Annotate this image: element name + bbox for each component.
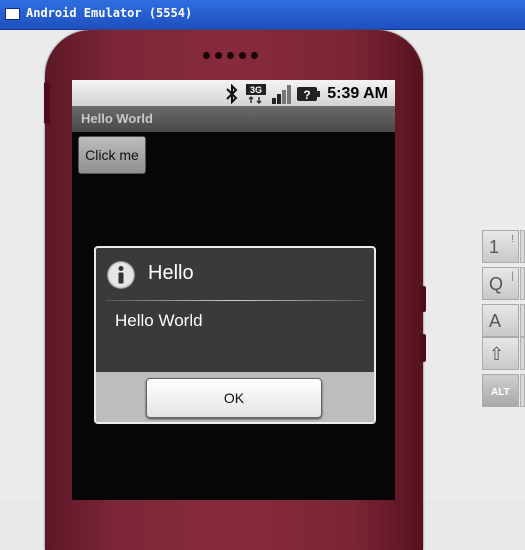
key-1[interactable]: 1 ! xyxy=(482,230,519,263)
alert-dialog: Hello Hello World OK xyxy=(94,246,376,424)
shift-icon: ⇧ xyxy=(489,344,505,364)
dialog-button-bar: OK xyxy=(96,372,374,422)
bluetooth-icon xyxy=(226,84,238,104)
key-a[interactable]: A xyxy=(482,304,519,337)
status-time: 5:39 AM xyxy=(327,85,388,102)
click-me-button[interactable]: Click me xyxy=(78,136,146,174)
signal-strength-icon xyxy=(272,85,291,104)
key-alt[interactable]: ALT xyxy=(482,374,519,407)
window-titlebar[interactable]: Android Emulator (5554) xyxy=(0,0,525,30)
app-title: Hello World xyxy=(81,111,153,126)
key-label: A xyxy=(489,311,502,331)
side-button-left[interactable] xyxy=(44,82,50,124)
dialog-message: Hello World xyxy=(115,311,203,330)
dialog-divider xyxy=(106,300,364,301)
window-title: Android Emulator (5554) xyxy=(26,6,193,20)
key-edge xyxy=(520,374,525,407)
network-type-label: 3G xyxy=(250,85,262,95)
ok-button[interactable]: OK xyxy=(146,378,322,418)
key-alt-label: ! xyxy=(511,234,514,245)
battery-unknown-icon: ? xyxy=(297,87,320,102)
phone-screen[interactable]: 3G ? 5:39 AM Hello World Click me Hello … xyxy=(72,80,395,500)
key-label: Q xyxy=(489,274,504,294)
dialog-title: Hello xyxy=(148,262,194,284)
key-edge xyxy=(520,230,525,263)
key-label: 1 xyxy=(489,237,500,257)
svg-text:?: ? xyxy=(303,88,310,102)
app-title-bar: Hello World xyxy=(72,106,395,132)
key-edge xyxy=(520,304,525,337)
speaker-grille xyxy=(203,44,263,59)
volume-up-button[interactable] xyxy=(420,286,426,312)
info-icon xyxy=(107,261,135,289)
key-edge xyxy=(520,267,525,300)
window-icon xyxy=(5,8,20,20)
dialog-header: Hello xyxy=(96,248,374,300)
3g-data-icon: 3G xyxy=(246,84,266,104)
key-edge xyxy=(520,337,525,370)
volume-down-button[interactable] xyxy=(420,334,426,362)
key-alt-label: | xyxy=(511,271,514,282)
key-q[interactable]: Q | xyxy=(482,267,519,300)
key-shift[interactable]: ⇧ xyxy=(482,337,519,370)
key-label: ALT xyxy=(491,387,510,398)
status-bar: 3G ? 5:39 AM xyxy=(72,80,395,106)
